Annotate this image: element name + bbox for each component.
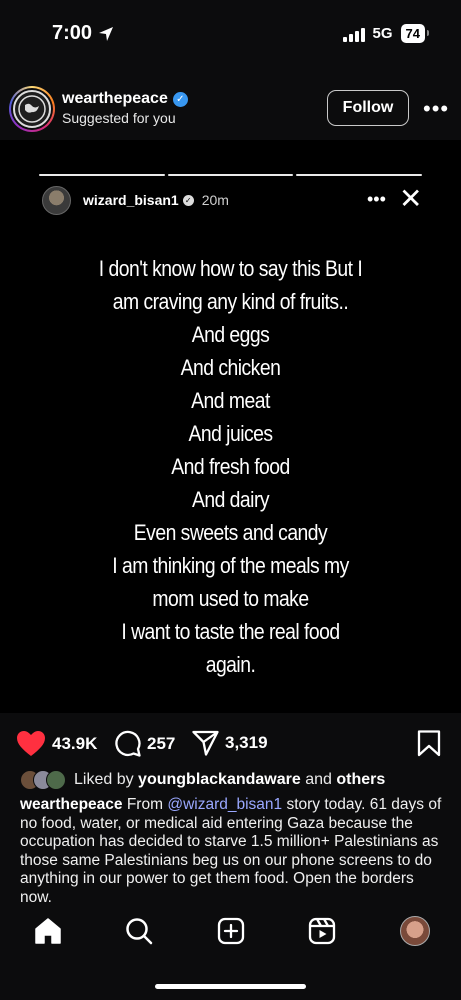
username-text[interactable]: wearthepeace — [62, 90, 168, 108]
post-header: wearthepeace ✓ Suggested for you Follow … — [0, 84, 461, 136]
story-line: And chicken — [180, 355, 281, 380]
more-options-icon[interactable]: ••• — [423, 98, 449, 120]
search-icon[interactable] — [125, 917, 153, 945]
account-username[interactable]: wearthepeace ✓ — [62, 90, 188, 108]
story-line: am craving any kind of fruits.. — [112, 289, 349, 314]
story-screenshot[interactable]: wizard_bisan1 ✓ 20m ••• ✕ I don't know h… — [0, 140, 461, 713]
nav-search[interactable] — [124, 916, 154, 946]
profile-avatar[interactable] — [400, 916, 430, 946]
like-button[interactable]: 43.9K — [16, 730, 97, 757]
account-avatar[interactable] — [9, 86, 55, 132]
story-avatar — [42, 185, 71, 215]
battery-icon: 74 — [400, 24, 430, 43]
story-line: I am thinking of the meals my — [112, 553, 349, 578]
story-line: And eggs — [191, 322, 270, 347]
story-more-icon: ••• — [367, 189, 386, 209]
post-caption[interactable]: wearthepeace From @wizard_bisan1 story t… — [20, 796, 444, 902]
liker-avatar — [46, 770, 66, 790]
liked-by-and: and — [305, 771, 332, 788]
signal-icon — [342, 26, 365, 42]
home-indicator[interactable] — [155, 984, 306, 989]
home-icon[interactable] — [34, 917, 62, 945]
liked-by-row[interactable]: Liked by youngblackandaware and others — [20, 770, 385, 790]
comment-button[interactable]: 257 — [114, 730, 175, 757]
story-time: 20m — [201, 192, 229, 208]
heart-icon[interactable] — [16, 730, 46, 757]
reels-icon[interactable] — [308, 917, 336, 945]
caption-mention[interactable]: @wizard_bisan1 — [167, 796, 282, 813]
story-line: I don't know how to say this But I — [98, 256, 363, 281]
network-label: 5G — [372, 25, 393, 42]
nav-create[interactable] — [216, 916, 246, 946]
caption-username[interactable]: wearthepeace — [20, 796, 123, 813]
send-icon[interactable] — [192, 730, 219, 756]
shares-count: 3,319 — [225, 733, 268, 752]
action-bar: 43.9K 257 3,319 — [0, 724, 461, 760]
liked-by-prefix: Liked by — [74, 771, 134, 788]
story-username: wizard_bisan1 — [83, 192, 179, 208]
liker-avatars — [20, 770, 66, 790]
bookmark-icon[interactable] — [417, 730, 441, 757]
comment-icon[interactable] — [114, 730, 141, 757]
caption-from: From — [126, 796, 164, 813]
story-close-icon: ✕ — [399, 183, 423, 214]
status-bar: 7:00 5G 74 — [0, 0, 461, 68]
status-indicators: 5G 74 — [342, 24, 430, 43]
nav-profile[interactable] — [400, 916, 430, 946]
story-line: And fresh food — [171, 454, 290, 479]
story-text: I don't know how to say this But I am cr… — [63, 252, 398, 681]
story-progress-bar — [39, 174, 423, 176]
nav-home[interactable] — [33, 916, 63, 946]
story-line: And meat — [191, 388, 270, 413]
verified-badge-icon: ✓ — [172, 91, 188, 107]
globe-logo-icon — [13, 90, 51, 128]
create-icon[interactable] — [217, 917, 245, 945]
story-line: again. — [205, 652, 256, 677]
save-button[interactable] — [417, 730, 441, 762]
comments-count: 257 — [147, 733, 176, 753]
liked-by-user[interactable]: youngblackandaware — [138, 771, 301, 789]
story-line: And dairy — [191, 487, 270, 512]
share-button[interactable]: 3,319 — [192, 730, 268, 756]
liked-by-others[interactable]: others — [336, 771, 385, 789]
follow-button[interactable]: Follow — [327, 90, 409, 126]
story-line: I want to taste the real food — [121, 619, 340, 644]
story-header: wizard_bisan1 ✓ 20m ••• ✕ — [42, 185, 422, 215]
story-verified-icon: ✓ — [182, 194, 194, 206]
story-line: Even sweets and candy — [133, 520, 328, 545]
status-time: 7:00 — [52, 22, 114, 45]
story-line: mom used to make — [152, 586, 309, 611]
story-line: And juices — [188, 421, 273, 446]
likes-count: 43.9K — [52, 733, 98, 753]
nav-reels[interactable] — [307, 916, 337, 946]
location-arrow-icon — [99, 26, 114, 41]
suggested-label: Suggested for you — [62, 110, 176, 126]
clock-text: 7:00 — [52, 22, 93, 44]
